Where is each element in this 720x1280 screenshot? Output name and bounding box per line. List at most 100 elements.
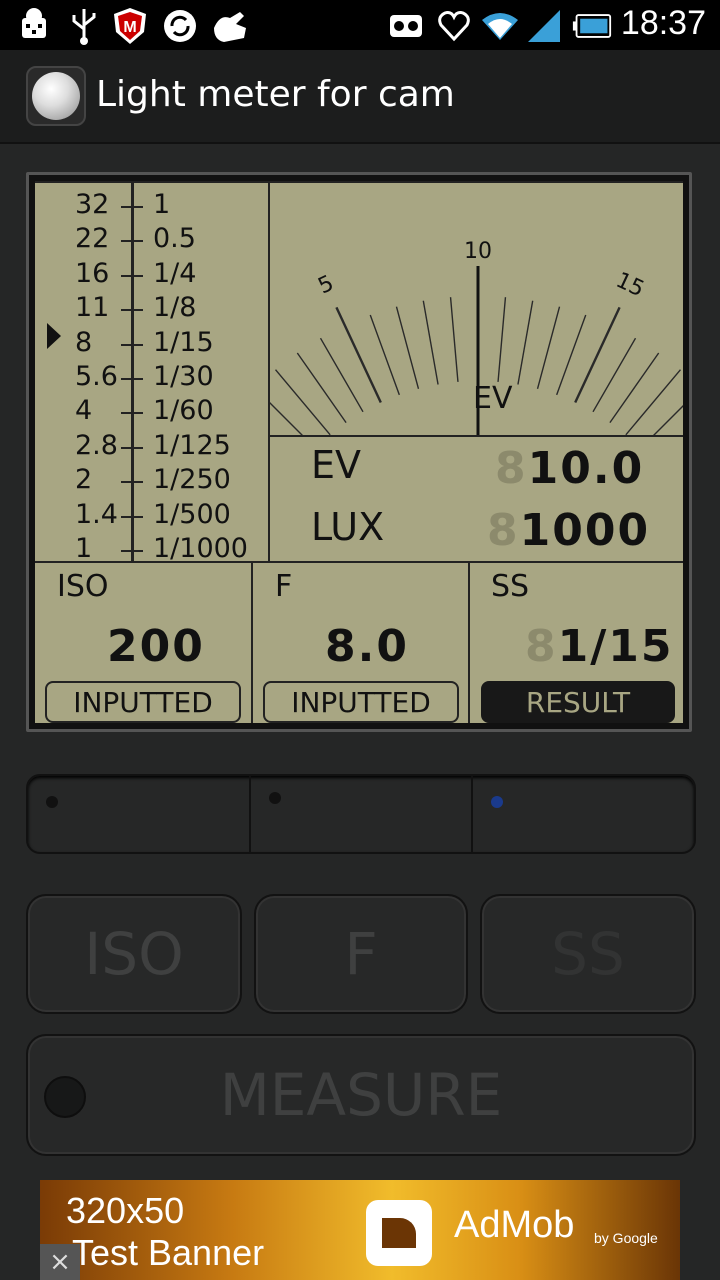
f-stop-label: 1 xyxy=(75,533,93,564)
meter-scale-label: 15 xyxy=(612,268,648,302)
lcd-divider-meter xyxy=(270,435,683,437)
sync-icon xyxy=(160,6,200,46)
heart-icon xyxy=(434,6,474,46)
ad-close-icon[interactable]: × xyxy=(40,1244,80,1280)
ad-test-text: Test Banner xyxy=(72,1232,265,1273)
meter-tick xyxy=(654,396,683,435)
ad-brand: AdMob xyxy=(454,1204,575,1246)
ss-button[interactable]: SS xyxy=(480,894,696,1014)
scale-tick xyxy=(121,343,143,346)
android-debug-icon xyxy=(14,6,54,46)
measure-button[interactable]: MEASURE xyxy=(26,1034,696,1156)
f-stop-label: 5.6 xyxy=(75,361,118,392)
shutter-speed-label: 1/1000 xyxy=(153,533,248,564)
meter-tick xyxy=(497,297,507,382)
scale-tick xyxy=(121,481,143,484)
f-stop-label: 11 xyxy=(75,292,110,324)
f-value: 8.0 xyxy=(325,621,409,672)
lcd-divider-iso xyxy=(251,561,253,723)
measure-led-indicator xyxy=(44,1076,86,1118)
f-stop-label: 2 xyxy=(75,464,93,496)
scale-tick xyxy=(121,515,143,518)
meter-tick xyxy=(609,352,660,423)
meter-scale-label: 5 xyxy=(314,271,337,300)
app-title: Light meter for cam xyxy=(96,74,455,115)
meter-tick xyxy=(556,314,587,396)
scale-tick xyxy=(121,274,143,277)
f-button[interactable]: F xyxy=(254,894,468,1014)
scale-tick xyxy=(121,446,143,449)
measure-label: MEASURE xyxy=(219,1061,503,1129)
ad-size-text: 320x50 xyxy=(66,1190,185,1231)
scale-tick xyxy=(121,206,143,208)
shutter-speed-label: 0.5 xyxy=(153,223,196,255)
app-icon xyxy=(26,66,86,126)
clock: 18:37 xyxy=(620,4,706,42)
f-label: F xyxy=(275,569,293,604)
lcd-divider-f xyxy=(468,561,470,723)
meter-tick xyxy=(625,369,682,435)
f-indicator-dot xyxy=(268,792,281,804)
shutter-speed-label: 1/30 xyxy=(153,361,214,392)
lcd-display: 32 1 22 0.5 16 1/4 11 1/8 8 1/15 5.6 1/30 4 1/60 2.8 1/… xyxy=(26,172,692,732)
meter-tick xyxy=(335,306,382,404)
meter-tick xyxy=(653,405,683,435)
ss-value: 81/15 xyxy=(525,621,674,672)
ss-indicator-dot xyxy=(491,796,504,808)
iso-state-badge: INPUTTED xyxy=(45,681,241,723)
ss-state-badge: RESULT xyxy=(481,681,675,723)
iso-label: ISO xyxy=(57,569,109,604)
ev-value: 810.0 xyxy=(495,443,645,494)
mcafee-icon: M xyxy=(110,6,150,46)
scale-tick xyxy=(121,240,143,243)
iso-button[interactable]: ISO xyxy=(26,894,242,1014)
signal-icon xyxy=(524,6,564,46)
meter-tick xyxy=(274,369,331,435)
lcd-divider-bottom xyxy=(35,561,683,563)
title-bar: Light meter for cam xyxy=(0,50,720,144)
ad-by-google: by Google xyxy=(594,1230,658,1246)
ad-banner[interactable]: 320x50 Test Banner × AdMob by Google xyxy=(40,1180,680,1280)
lcd-panel: 32 1 22 0.5 16 1/4 11 1/8 8 1/15 5.6 1/30 4 1/60 2.8 1/… xyxy=(35,181,683,723)
scale-tick xyxy=(121,378,143,380)
ev-label: EV xyxy=(311,443,362,487)
meter-tick xyxy=(296,352,347,423)
shutter-speed-label: 1 xyxy=(153,189,171,220)
meter-tick xyxy=(270,402,303,435)
battery-icon xyxy=(572,6,612,46)
selected-pointer-icon xyxy=(47,323,61,349)
f-stop-label: 2.8 xyxy=(75,429,118,461)
f-state-badge: INPUTTED xyxy=(263,681,459,723)
scale-tick xyxy=(121,550,143,552)
meter-tick xyxy=(369,314,400,396)
admob-logo-icon xyxy=(366,1200,432,1266)
status-bar: M 18:37 xyxy=(0,0,720,50)
meter-tick xyxy=(536,306,561,390)
f-stop-label: 1.4 xyxy=(75,498,118,530)
meter-unit: EV xyxy=(473,381,513,416)
meter-tick xyxy=(517,300,534,385)
lux-label: LUX xyxy=(311,505,385,549)
iso-indicator xyxy=(28,776,251,852)
meter-tick xyxy=(422,300,439,385)
hand-icon xyxy=(210,6,250,46)
shutter-speed-label: 1/4 xyxy=(153,257,197,289)
iso-indicator-dot xyxy=(46,796,58,808)
f-stop-label: 16 xyxy=(75,257,110,289)
lux-value: 81000 xyxy=(487,505,651,556)
f-stop-label: 4 xyxy=(75,395,93,427)
f-stop-label: 22 xyxy=(75,223,110,255)
ss-label: SS xyxy=(491,569,530,604)
f-stop-label: 8 xyxy=(75,326,93,358)
meter-tick xyxy=(449,297,459,382)
mode-indicator-strip xyxy=(26,774,696,854)
ss-indicator xyxy=(473,776,694,852)
meter-tick xyxy=(395,306,420,390)
shutter-speed-label: 1/250 xyxy=(153,464,231,496)
iso-value: 200 xyxy=(107,621,205,672)
f-indicator xyxy=(251,776,474,852)
svg-text:M: M xyxy=(123,19,136,36)
shutter-speed-label: 1/125 xyxy=(153,429,231,461)
shutter-speed-label: 1/60 xyxy=(153,395,214,427)
shutter-speed-label: 1/500 xyxy=(153,498,231,530)
